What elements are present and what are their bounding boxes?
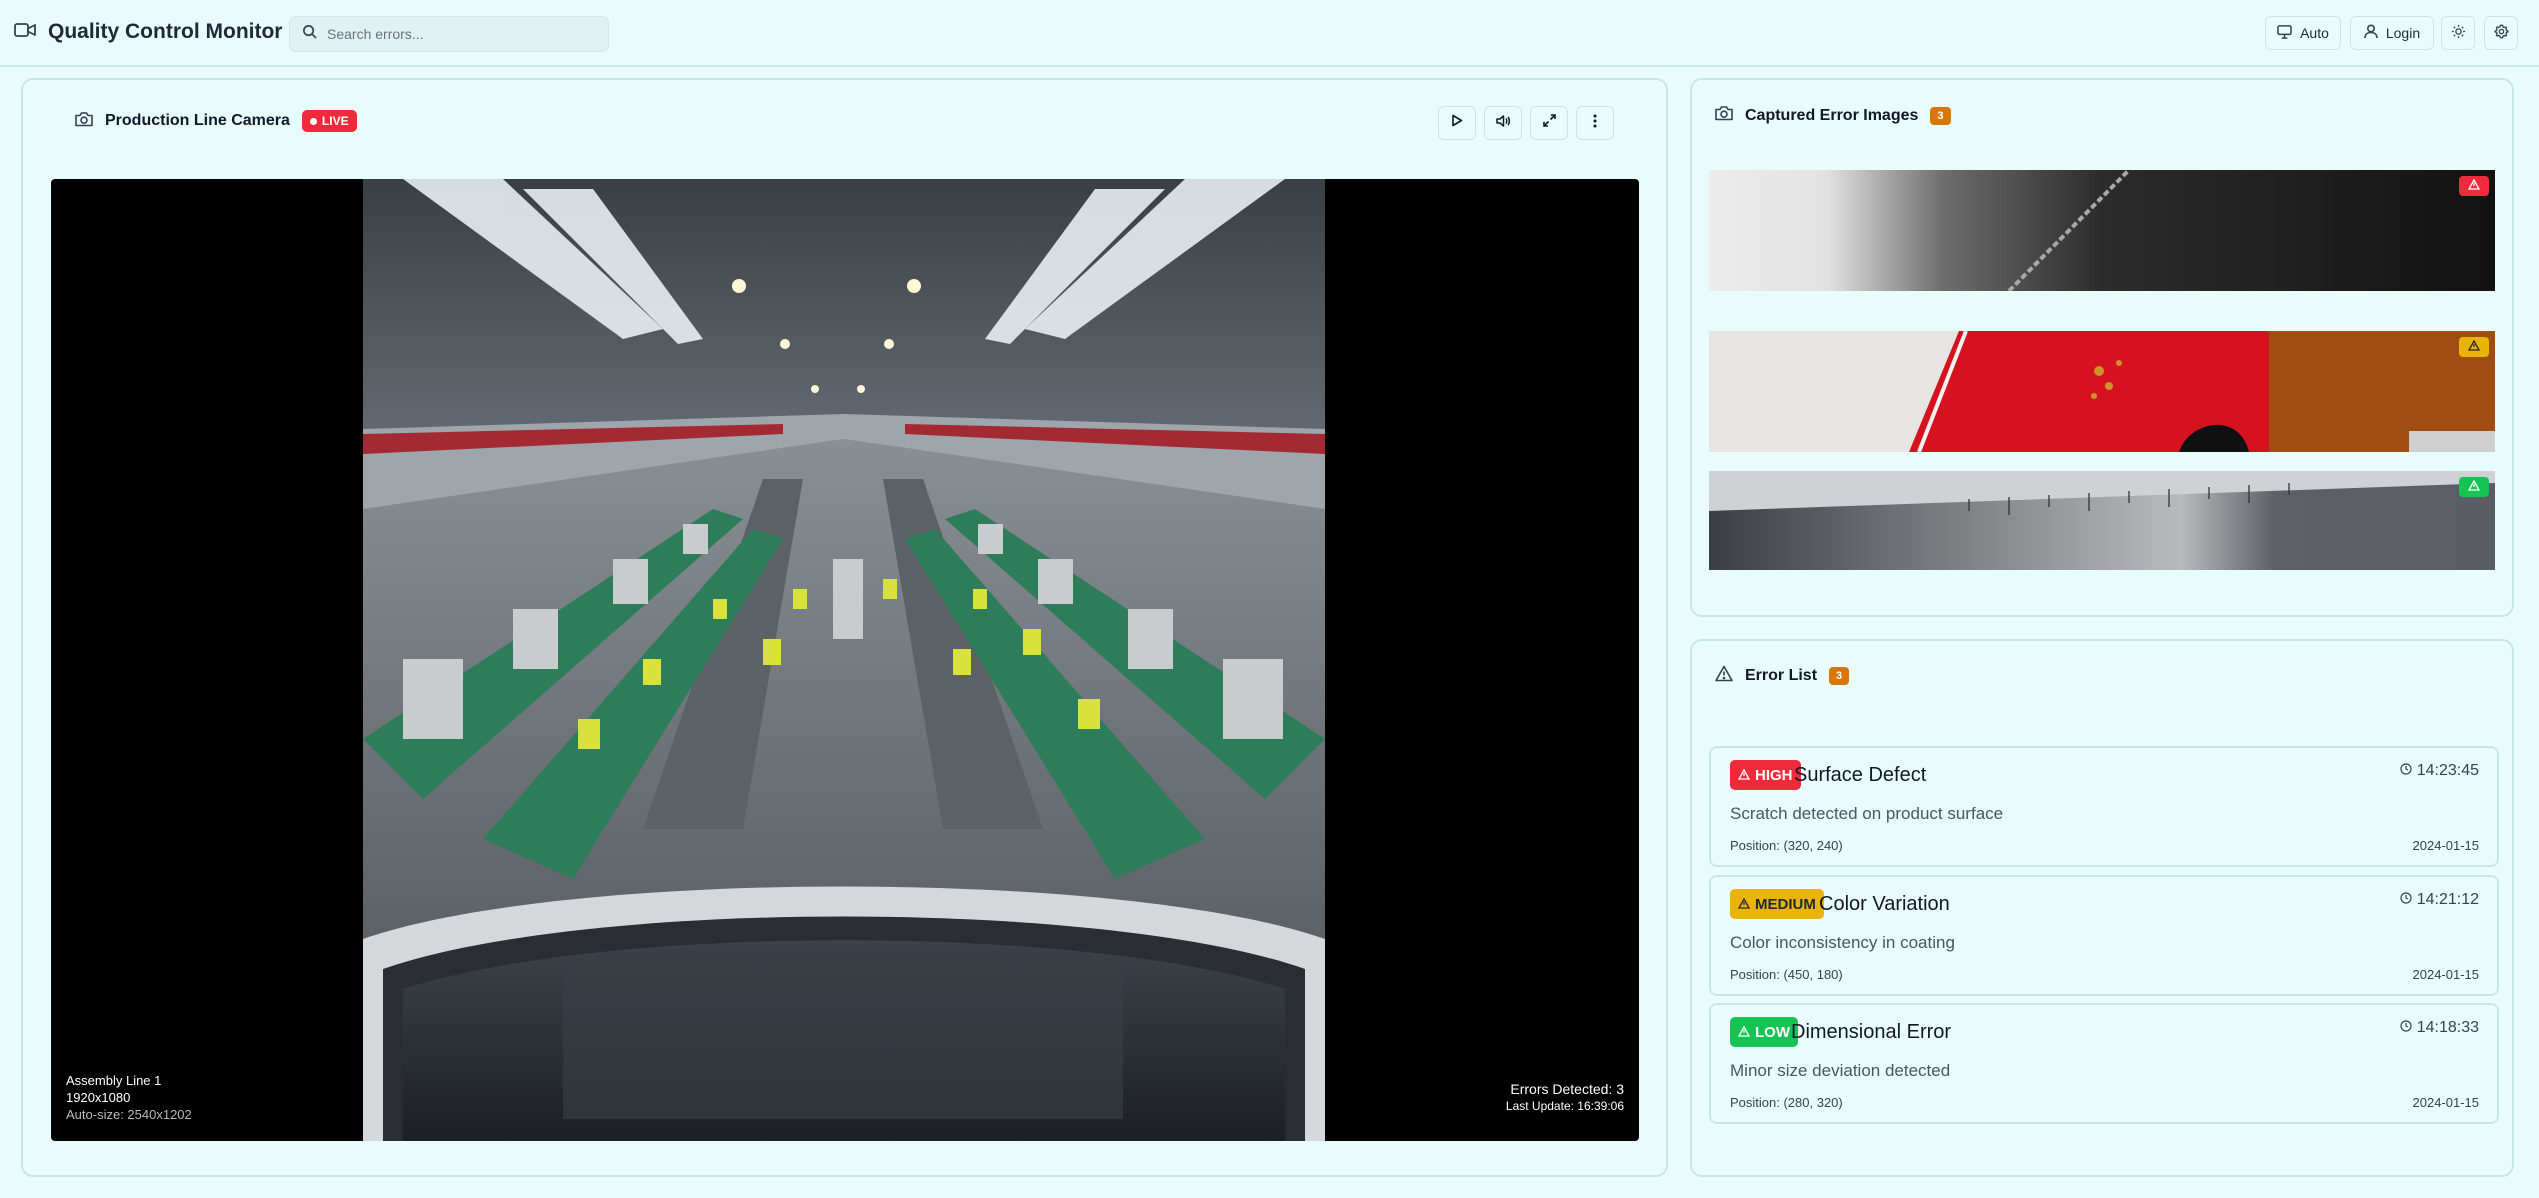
- error-position: Position: (320, 240): [1730, 838, 1843, 853]
- search-box[interactable]: [289, 16, 609, 52]
- error-time: 14:21:12: [2400, 891, 2479, 909]
- fullscreen-button[interactable]: [1530, 106, 1568, 140]
- captured-image-thumbnail[interactable]: [1709, 471, 2495, 570]
- error-position: Position: (450, 180): [1730, 967, 1843, 982]
- search-input[interactable]: [327, 26, 587, 42]
- sun-icon: [2451, 24, 2466, 42]
- user-icon: [2364, 24, 2378, 42]
- captured-images-panel: Captured Error Images 3: [1690, 78, 2514, 617]
- error-title: Surface Defect: [1794, 764, 1927, 786]
- expand-icon: [1542, 114, 1556, 132]
- camera-icon: [75, 111, 93, 132]
- video-panel-title: Production Line Camera: [105, 112, 290, 129]
- volume-button[interactable]: [1484, 106, 1522, 140]
- clock-icon: [2400, 1019, 2412, 1037]
- error-item[interactable]: MEDIUM Color Variation 14:21:12 Color in…: [1709, 875, 2499, 996]
- factory-floor-image: [363, 179, 1325, 1141]
- error-time: 14:18:33: [2400, 1019, 2479, 1037]
- warning-icon: [1737, 1024, 1751, 1041]
- error-date: 2024-01-15: [2412, 967, 2480, 982]
- gear-icon: [2493, 24, 2509, 42]
- app-title: Quality Control Monitor: [48, 20, 283, 43]
- error-title: Dimensional Error: [1791, 1021, 1952, 1043]
- captures-title: Captured Error Images: [1745, 106, 1919, 124]
- auto-mode-label: Auto: [2300, 25, 2329, 41]
- video-camera-icon: [14, 22, 36, 43]
- medium-severity-flag: [2459, 337, 2489, 357]
- error-description: Scratch detected on product surface: [1730, 804, 2004, 823]
- error-item[interactable]: HIGH Surface Defect 14:23:45 Scratch det…: [1709, 746, 2499, 867]
- error-time-value: 14:21:12: [2416, 891, 2479, 908]
- stream-resolution: 1920x1080: [66, 1090, 131, 1105]
- play-icon: [1451, 114, 1463, 132]
- app-header: Quality Control Monitor Auto Login: [0, 0, 2539, 67]
- line-name: Assembly Line 1: [66, 1073, 162, 1088]
- more-vertical-icon: [1593, 114, 1597, 133]
- auto-size: Auto-size: 2540x1202: [66, 1107, 192, 1122]
- video-info-left: Assembly Line 1 1920x1080 Auto-size: 254…: [66, 1072, 192, 1123]
- clock-icon: [2400, 891, 2412, 909]
- severity-label: LOW: [1755, 1023, 1790, 1041]
- more-options-button[interactable]: [1576, 106, 1614, 140]
- errors-detected: Errors Detected: 3: [1510, 1081, 1624, 1097]
- error-date: 2024-01-15: [2412, 838, 2480, 853]
- captured-image-thumbnail[interactable]: [1709, 170, 2495, 291]
- error-date: 2024-01-15: [2412, 1095, 2480, 1110]
- volume-icon: [1495, 114, 1511, 133]
- clock-icon: [2400, 762, 2412, 780]
- error-time-value: 14:23:45: [2416, 762, 2479, 779]
- low-severity-flag: [2459, 477, 2489, 497]
- last-update: Last Update: 16:39:06: [1505, 1099, 1624, 1113]
- live-badge: LIVE: [301, 110, 357, 132]
- error-list-title: Error List: [1745, 667, 1818, 684]
- error-time-value: 14:18:33: [2416, 1019, 2479, 1036]
- error-list-panel: Error List 3 HIGH Surface Defect 14:23:4…: [1690, 639, 2514, 1177]
- captures-count-badge: 3: [1930, 106, 1951, 125]
- high-severity-flag: [2459, 176, 2489, 196]
- error-description: Color inconsistency in coating: [1730, 933, 1955, 952]
- video-panel: Production Line Camera LIVE Assembly Lin…: [21, 78, 1668, 1177]
- warning-icon: [2467, 478, 2481, 496]
- warning-icon: [1737, 767, 1751, 784]
- warning-icon: [1737, 896, 1751, 913]
- severity-label: HIGH: [1755, 766, 1793, 784]
- play-button[interactable]: [1438, 106, 1476, 140]
- error-position: Position: (280, 320): [1730, 1095, 1843, 1110]
- warning-icon: [1715, 665, 1733, 687]
- camera-icon: [1715, 105, 1733, 126]
- search-icon: [302, 24, 317, 44]
- live-dot-icon: [309, 117, 317, 125]
- severity-badge: LOW: [1730, 1017, 1798, 1047]
- video-info-right: Errors Detected: 3 Last Update: 16:39:06: [1506, 1081, 1624, 1115]
- error-time: 14:23:45: [2400, 762, 2479, 780]
- error-count-badge: 3: [1829, 667, 1850, 685]
- captured-image-thumbnail[interactable]: [1709, 331, 2495, 452]
- settings-button[interactable]: [2484, 16, 2518, 50]
- auto-mode-button[interactable]: Auto: [2265, 16, 2341, 50]
- login-button[interactable]: Login: [2350, 16, 2434, 50]
- error-description: Minor size deviation detected: [1730, 1061, 1951, 1080]
- login-label: Login: [2385, 25, 2421, 41]
- live-label: LIVE: [321, 114, 349, 128]
- brand: Quality Control Monitor: [14, 20, 282, 44]
- error-item[interactable]: LOW Dimensional Error 14:18:33 Minor siz…: [1709, 1003, 2499, 1124]
- severity-label: MEDIUM: [1755, 895, 1816, 913]
- warning-icon: [2467, 177, 2481, 195]
- severity-badge: HIGH: [1730, 760, 1801, 790]
- video-panel-header: Production Line Camera LIVE: [75, 110, 357, 132]
- warning-icon: [2467, 338, 2481, 356]
- monitor-icon: [2277, 24, 2292, 42]
- video-stream[interactable]: Assembly Line 1 1920x1080 Auto-size: 254…: [51, 179, 1639, 1141]
- captures-header: Captured Error Images 3: [1715, 105, 1951, 126]
- theme-toggle-button[interactable]: [2441, 16, 2475, 50]
- severity-badge: MEDIUM: [1730, 889, 1824, 919]
- error-title: Color Variation: [1819, 893, 1950, 915]
- error-list-header: Error List 3: [1715, 665, 1850, 687]
